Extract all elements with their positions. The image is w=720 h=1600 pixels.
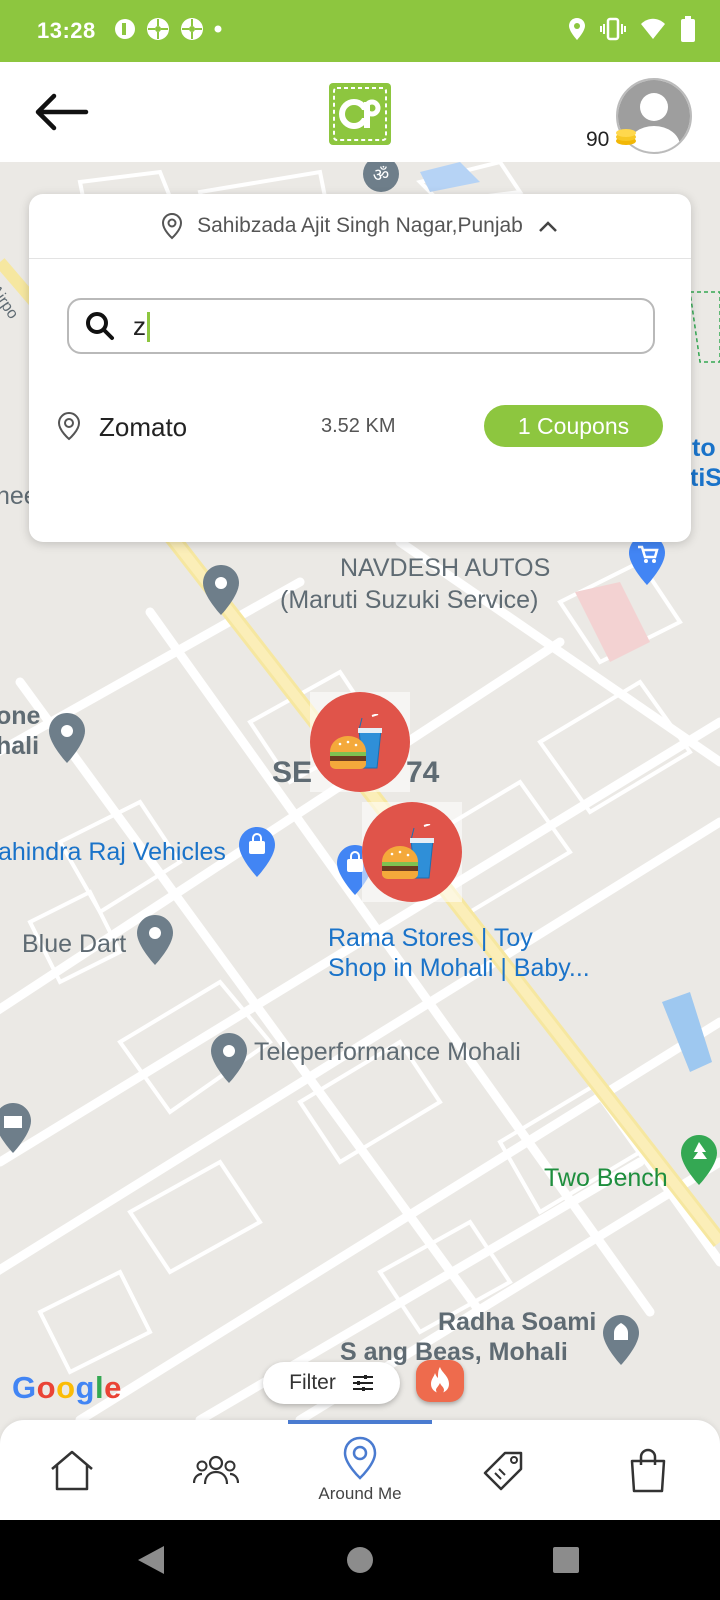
nav-around-me[interactable]: Around Me <box>288 1420 432 1520</box>
notification-icons <box>114 17 222 41</box>
location-selector[interactable]: Sahibzada Ajit Singh Nagar,Punjab <box>29 194 691 259</box>
people-icon <box>193 1455 239 1485</box>
search-result[interactable]: Zomato 3.52 KM 1 Coupons <box>29 400 691 452</box>
home-icon <box>51 1450 93 1491</box>
map-label-navdesh: NAVDESH AUTOS <box>340 554 551 582</box>
temple-pin-icon[interactable]: ॐ <box>362 162 400 192</box>
result-distance: 3.52 KM <box>321 415 396 437</box>
svg-text:ॐ: ॐ <box>373 165 389 186</box>
map-label-navdesh-sub: (Maruti Suzuki Service) <box>280 586 539 614</box>
map-label-sector: SE <box>272 756 313 789</box>
system-icons <box>568 16 696 42</box>
filter-button[interactable]: Filter <box>263 1362 400 1404</box>
burger-drink-icon <box>330 714 382 769</box>
map-label-two-bench: Two Bench <box>544 1164 668 1192</box>
fire-icon <box>431 1367 449 1394</box>
map-label-sector-number: 74 <box>406 756 440 789</box>
dot-icon <box>214 25 222 33</box>
vibrate-icon <box>600 17 626 41</box>
status-time: 13:28 <box>37 18 96 43</box>
search-input[interactable] <box>133 309 633 343</box>
worship-pin-icon[interactable] <box>602 1314 640 1366</box>
chevron-up-icon[interactable] <box>537 219 559 233</box>
shopping-bag-pin-icon[interactable] <box>238 826 276 878</box>
fan-icon-2 <box>181 18 203 40</box>
map-label-teleperformance: Teleperformance Mohali <box>254 1038 521 1066</box>
location-pin-icon <box>162 212 183 240</box>
coin-balance: 90 <box>586 128 610 151</box>
filter-label: Filter <box>289 1371 336 1394</box>
system-nav-bar <box>0 1520 720 1600</box>
map-label-fragment-right-2: tiS <box>690 464 720 492</box>
nav-coupons[interactable] <box>432 1420 576 1520</box>
app-logo <box>329 83 391 145</box>
location-pin-icon <box>343 1436 377 1480</box>
map-label-rama-sub: Shop in Mohali | Baby... <box>328 954 590 982</box>
map-label-mahindra: ahindra Raj Vehicles <box>0 838 226 866</box>
location-status-icon <box>569 18 585 40</box>
shopping-bag-icon <box>630 1448 666 1493</box>
status-bar: 13:28 <box>0 0 720 62</box>
current-location: Sahibzada Ajit Singh Nagar,Punjab <box>197 214 523 237</box>
map-label-blue-dart: Blue Dart <box>22 930 127 958</box>
battery-icon <box>681 16 695 42</box>
map-pin-icon[interactable] <box>48 712 86 764</box>
text-cursor <box>147 312 150 342</box>
location-search-panel: Sahibzada Ajit Singh Nagar,Punjab Zomato… <box>29 194 691 542</box>
map-label-radha: Radha Soami <box>438 1308 597 1336</box>
map-pin-icon[interactable] <box>136 914 174 966</box>
park-pin-icon[interactable] <box>680 1134 718 1186</box>
nav-shop[interactable] <box>576 1420 720 1520</box>
sliders-icon <box>352 1375 373 1391</box>
food-marker[interactable] <box>310 692 410 792</box>
recents-nav-icon[interactable] <box>552 1546 580 1574</box>
map-label-hali: hali <box>0 732 40 760</box>
search-field[interactable] <box>67 298 655 354</box>
nav-community[interactable] <box>144 1420 288 1520</box>
wifi-icon <box>641 18 665 39</box>
coins-icon <box>616 129 636 145</box>
map-label-rama: Rama Stores | Toy <box>328 924 533 952</box>
map-label-fragment-right: to <box>692 434 716 462</box>
search-icon <box>86 312 114 340</box>
map-label-one: one <box>0 702 41 730</box>
trending-button[interactable] <box>416 1360 464 1402</box>
back-arrow-icon[interactable] <box>30 90 90 134</box>
map-pin-icon[interactable] <box>210 1032 248 1084</box>
google-logo: Google <box>12 1370 122 1405</box>
fan-icon <box>147 18 169 40</box>
location-pin-icon <box>57 411 81 441</box>
burger-drink-icon <box>382 824 434 879</box>
bottom-nav: Around Me <box>0 1420 720 1520</box>
app-notification-icon <box>115 19 135 39</box>
food-marker[interactable] <box>362 802 462 902</box>
nav-home[interactable] <box>0 1420 144 1520</box>
map-pin-icon[interactable] <box>202 564 240 616</box>
museum-pin-icon[interactable] <box>0 1102 32 1154</box>
app-header: 90 <box>0 62 720 162</box>
coupons-button[interactable]: 1 Coupons <box>484 405 663 447</box>
nav-around-me-label: Around Me <box>318 1484 402 1503</box>
tag-icon <box>483 1451 523 1491</box>
back-nav-icon[interactable] <box>136 1544 166 1576</box>
result-name: Zomato <box>99 412 188 442</box>
home-nav-icon[interactable] <box>346 1546 374 1574</box>
